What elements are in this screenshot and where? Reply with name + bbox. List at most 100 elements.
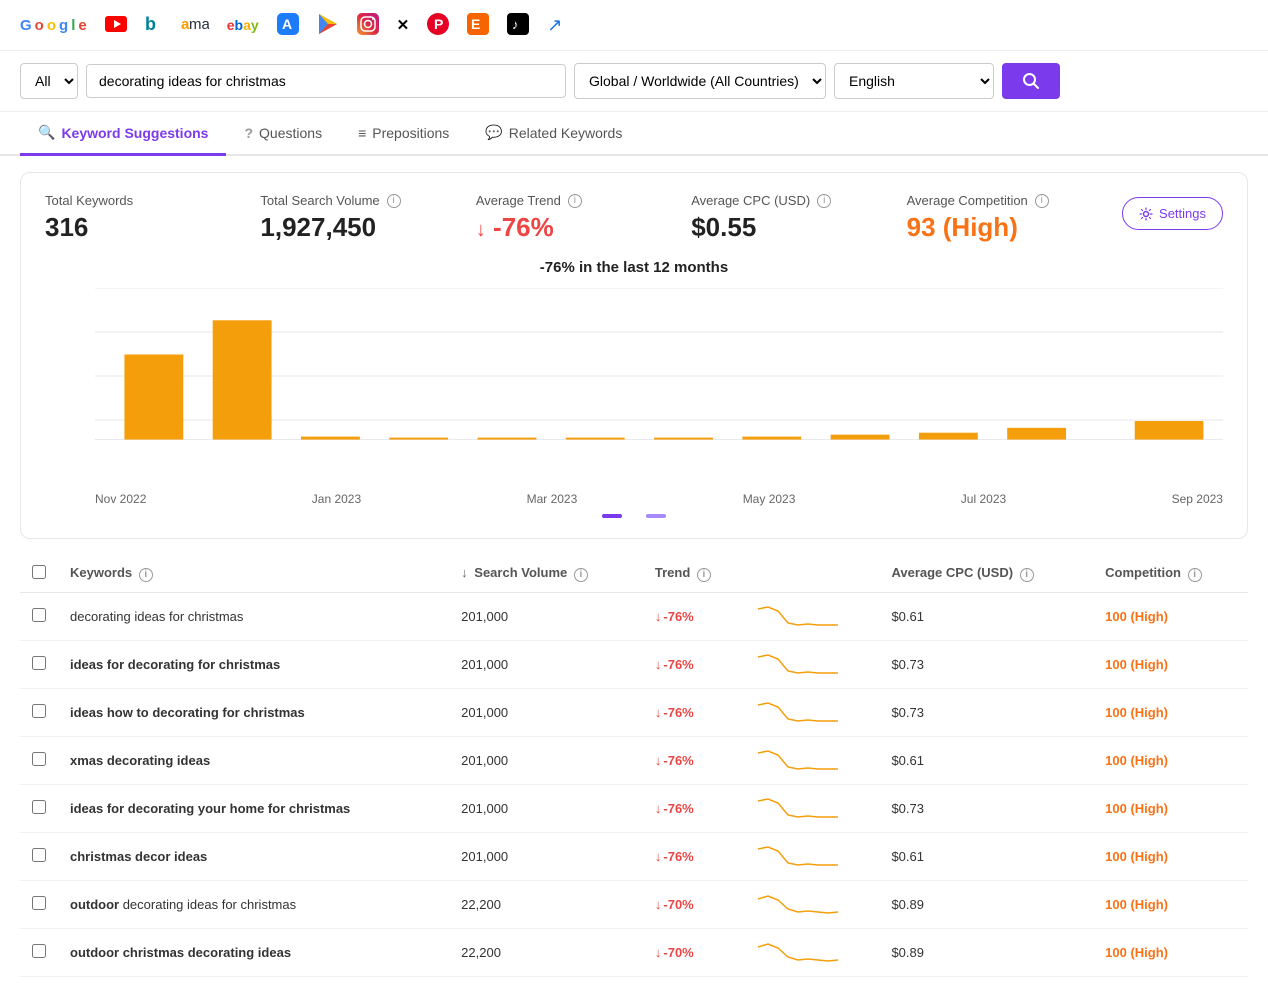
average-competition-value: 93 (High) bbox=[907, 212, 1098, 243]
competition-cell: 100 (High) bbox=[1093, 593, 1248, 641]
th-trend: Trend i bbox=[643, 555, 746, 593]
average-competition-info[interactable]: i bbox=[1035, 194, 1049, 208]
volume-cell: 201,000 bbox=[449, 593, 643, 641]
keyword-table-section: Keywords i ↓ Search Volume i Trend i Ave… bbox=[0, 555, 1268, 997]
ebay-brand[interactable]: ebay bbox=[227, 17, 259, 33]
x-label-nov2022: Nov 2022 bbox=[95, 492, 146, 506]
tab-keyword-suggestions[interactable]: 🔍 Keyword Suggestions bbox=[20, 112, 226, 156]
trend-down-icon: ↓ bbox=[655, 705, 662, 720]
trend-cell: ↓ -76% bbox=[643, 593, 746, 641]
bar-jun2023 bbox=[742, 437, 801, 440]
bar-jan2023 bbox=[301, 437, 360, 440]
legend-color-1 bbox=[602, 514, 622, 518]
avg-cpc-info-icon[interactable]: i bbox=[1020, 568, 1034, 582]
th-keywords: Keywords i bbox=[58, 555, 449, 593]
tiktok-brand[interactable]: ♪ bbox=[507, 13, 529, 38]
competition-cell: 100 (High) bbox=[1093, 689, 1248, 737]
prepositions-icon: ≡ bbox=[358, 125, 366, 141]
language-select[interactable]: English bbox=[834, 63, 994, 99]
stats-row: Total Keywords 316 Total Search Volume i… bbox=[45, 193, 1223, 243]
trend-cell: ↓ -76% bbox=[643, 737, 746, 785]
pinterest-brand[interactable]: P bbox=[427, 13, 449, 38]
row-checkbox-0[interactable] bbox=[32, 608, 46, 622]
appstore-brand[interactable]: A bbox=[277, 13, 299, 38]
row-checkbox-3[interactable] bbox=[32, 752, 46, 766]
keyword-cell: xmas decorating ideas bbox=[58, 737, 449, 785]
average-cpc-info[interactable]: i bbox=[817, 194, 831, 208]
settings-button[interactable]: Settings bbox=[1122, 197, 1223, 230]
keywords-info-icon[interactable]: i bbox=[139, 568, 153, 582]
keyword-cell: decorating ideas for christmas bbox=[58, 593, 449, 641]
table-row: outdoor decorating ideas for christmas22… bbox=[20, 881, 1248, 929]
row-checkbox-5[interactable] bbox=[32, 848, 46, 862]
bar-jul2023 bbox=[831, 435, 890, 440]
amazon-brand[interactable]: amazon bbox=[181, 13, 209, 38]
cpc-cell: $0.73 bbox=[879, 785, 1093, 833]
th-sparkline bbox=[746, 555, 880, 593]
sparkline-svg bbox=[758, 843, 838, 867]
average-trend-value: ↓ -76% bbox=[476, 212, 667, 243]
search-volume-info-icon[interactable]: i bbox=[574, 568, 588, 582]
select-all-checkbox[interactable] bbox=[32, 565, 46, 579]
svg-text:E: E bbox=[471, 16, 480, 32]
th-competition: Competition i bbox=[1093, 555, 1248, 593]
trend-cell: ↓ -76% bbox=[643, 689, 746, 737]
average-competition-label: Average Competition i bbox=[907, 193, 1098, 208]
row-checkbox-1[interactable] bbox=[32, 656, 46, 670]
tab-related-keywords[interactable]: 💬 Related Keywords bbox=[467, 112, 640, 156]
sparkline-cell bbox=[746, 641, 880, 689]
cpc-cell: $0.73 bbox=[879, 689, 1093, 737]
stat-total-search-volume: Total Search Volume i 1,927,450 bbox=[260, 193, 475, 243]
sparkline-svg bbox=[758, 747, 838, 771]
trend-info-icon[interactable]: i bbox=[697, 568, 711, 582]
sparkline-cell bbox=[746, 881, 880, 929]
sparkline-svg bbox=[758, 603, 838, 627]
competition-info-icon[interactable]: i bbox=[1188, 568, 1202, 582]
sparkline-svg bbox=[758, 939, 838, 963]
youtube-brand[interactable] bbox=[105, 16, 127, 35]
bar-dec2022 bbox=[213, 320, 272, 439]
table-row: christmas decor ideas201,000↓ -76% $0.61… bbox=[20, 833, 1248, 881]
table-row: outdoor christmas decorating ideas22,200… bbox=[20, 929, 1248, 977]
search-button[interactable] bbox=[1002, 63, 1060, 99]
search-bar: All Global / Worldwide (All Countries) E… bbox=[0, 51, 1268, 112]
twitter-brand[interactable]: ✕ bbox=[397, 16, 410, 34]
search-input[interactable] bbox=[86, 64, 566, 98]
bar-apr2023 bbox=[566, 438, 625, 440]
sparkline-cell bbox=[746, 737, 880, 785]
etsy-brand[interactable]: E bbox=[467, 13, 489, 38]
row-checkbox-6[interactable] bbox=[32, 896, 46, 910]
total-search-volume-info[interactable]: i bbox=[387, 194, 401, 208]
competition-cell: 100 (High) bbox=[1093, 641, 1248, 689]
table-row: xmas decorating ideas201,000↓ -76% $0.61… bbox=[20, 737, 1248, 785]
settings-icon bbox=[1139, 207, 1153, 221]
filter-select[interactable]: All bbox=[20, 63, 78, 99]
row-checkbox-4[interactable] bbox=[32, 800, 46, 814]
tab-questions[interactable]: ? Questions bbox=[226, 113, 340, 156]
keyword-cell: christmas decor ideas bbox=[58, 833, 449, 881]
bing-brand[interactable]: b bbox=[145, 12, 163, 38]
trends-brand[interactable]: ↗ bbox=[547, 15, 562, 36]
total-keywords-value: 316 bbox=[45, 212, 236, 243]
x-label-sep2023: Sep 2023 bbox=[1172, 492, 1223, 506]
stat-average-cpc: Average CPC (USD) i $0.55 bbox=[691, 193, 906, 243]
volume-cell: 201,000 bbox=[449, 641, 643, 689]
tab-prepositions[interactable]: ≡ Prepositions bbox=[340, 113, 467, 156]
average-trend-label: Average Trend i bbox=[476, 193, 667, 208]
sort-icon: ↓ bbox=[461, 565, 468, 580]
svg-text:mazon: mazon bbox=[189, 16, 209, 33]
instagram-brand[interactable] bbox=[357, 13, 379, 38]
search-icon bbox=[1022, 72, 1040, 90]
google-brand[interactable]: Google bbox=[20, 17, 87, 34]
chart-area: 15m 10m 5m 0 bbox=[45, 288, 1223, 488]
location-select[interactable]: Global / Worldwide (All Countries) bbox=[574, 63, 826, 99]
sparkline-svg bbox=[758, 651, 838, 675]
average-trend-info[interactable]: i bbox=[568, 194, 582, 208]
chart-title: -76% in the last 12 months bbox=[45, 259, 1223, 276]
average-cpc-label: Average CPC (USD) i bbox=[691, 193, 882, 208]
row-checkbox-7[interactable] bbox=[32, 944, 46, 958]
row-checkbox-2[interactable] bbox=[32, 704, 46, 718]
cpc-cell: $0.89 bbox=[879, 881, 1093, 929]
playstore-brand[interactable] bbox=[317, 13, 339, 38]
sparkline-cell bbox=[746, 785, 880, 833]
